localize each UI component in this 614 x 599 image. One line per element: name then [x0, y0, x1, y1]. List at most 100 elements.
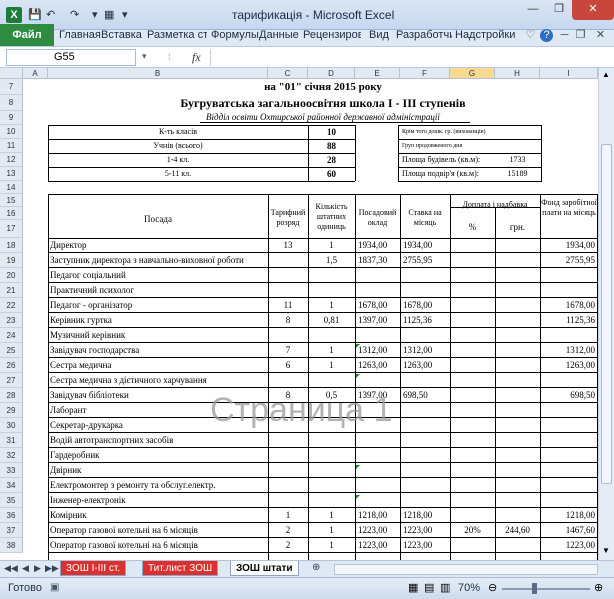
help-icon[interactable]: ? — [540, 29, 553, 42]
name-box[interactable]: G55 — [6, 49, 136, 66]
column-header[interactable]: D — [308, 68, 355, 79]
last-sheet-icon[interactable]: ▶▶ — [45, 563, 59, 574]
row-header[interactable]: 14 — [0, 181, 23, 194]
info-right-value[interactable]: 1733 — [495, 153, 540, 167]
info-value[interactable]: 28 — [308, 153, 355, 167]
staff-rate[interactable]: 1223,00 — [403, 523, 450, 537]
staff-count[interactable]: 1 — [308, 238, 355, 252]
fx-icon[interactable]: fx — [192, 50, 201, 65]
staff-fund[interactable]: 698,50 — [540, 388, 595, 402]
row-header[interactable]: 24 — [0, 328, 23, 343]
staff-salary[interactable]: 1218,00 — [358, 508, 400, 522]
staff-count[interactable]: 1 — [308, 523, 355, 537]
window-minimize-icon[interactable]: ─ — [558, 29, 571, 42]
staff-tarif[interactable]: 2 — [268, 538, 308, 552]
row-header[interactable]: 20 — [0, 268, 23, 283]
row-header[interactable]: 27 — [0, 373, 23, 388]
staff-name[interactable]: Сестра медична — [50, 358, 267, 372]
staff-tarif[interactable]: 2 — [268, 523, 308, 537]
staff-tarif[interactable]: 11 — [268, 298, 308, 312]
staff-fund[interactable]: 1223,00 — [540, 538, 595, 552]
staff-name[interactable]: Сестра медична з дієтичного харчування — [50, 373, 267, 387]
file-tab[interactable]: Файл — [0, 24, 54, 46]
format-icon[interactable]: ▦ — [104, 8, 114, 21]
staff-rate[interactable]: 1218,00 — [403, 508, 450, 522]
row-header[interactable]: 26 — [0, 358, 23, 373]
row-header[interactable]: 38 — [0, 538, 23, 553]
staff-pct[interactable]: 20% — [450, 523, 495, 537]
row-header[interactable]: 31 — [0, 433, 23, 448]
row-header[interactable]: 12 — [0, 153, 23, 167]
zoom-out-icon[interactable]: ⊖ — [488, 581, 497, 594]
staff-count[interactable]: 0,81 — [308, 313, 355, 327]
staff-tarif[interactable]: 8 — [268, 313, 308, 327]
row-header[interactable]: 23 — [0, 313, 23, 328]
info-value[interactable]: 88 — [308, 139, 355, 153]
row-header[interactable]: 9 — [0, 111, 23, 125]
formula-input[interactable] — [210, 49, 608, 66]
sheet-tab[interactable]: Тит.лист ЗОШ — [142, 561, 219, 576]
staff-count[interactable]: 1 — [308, 343, 355, 357]
staff-rate[interactable]: 2755,95 — [403, 253, 450, 267]
staff-name[interactable]: Музичний керівник — [50, 328, 267, 342]
staff-name[interactable]: Завідувач господарства — [50, 343, 267, 357]
info-value[interactable]: 60 — [308, 167, 355, 181]
staff-salary[interactable]: 1397,00 — [358, 313, 400, 327]
excel-icon[interactable]: X — [6, 7, 22, 23]
select-all-corner[interactable] — [0, 68, 23, 79]
row-header[interactable]: 30 — [0, 418, 23, 433]
staff-salary[interactable]: 1223,00 — [358, 538, 400, 552]
staff-count[interactable]: 1,5 — [308, 253, 355, 267]
staff-count[interactable]: 1 — [308, 298, 355, 312]
row-header[interactable]: 16 — [0, 207, 23, 220]
staff-salary[interactable]: 1837,30 — [358, 253, 400, 267]
worksheet-grid[interactable]: A B C D E F G H I 7 8 9 10 11 12 13 14 15 16 17 18 1… — [0, 68, 598, 560]
tab-review[interactable]: Рецензиров — [303, 29, 361, 41]
row-header[interactable]: 34 — [0, 478, 23, 493]
zoom-slider-thumb[interactable] — [532, 583, 537, 594]
tab-developer[interactable]: Разработчи — [396, 29, 452, 41]
staff-count[interactable]: 1 — [308, 508, 355, 522]
staff-salary[interactable]: 1223,00 — [358, 523, 400, 537]
row-header[interactable]: 21 — [0, 283, 23, 298]
tab-insert[interactable]: Вставка — [101, 29, 142, 41]
staff-count[interactable]: 1 — [308, 538, 355, 552]
first-sheet-icon[interactable]: ◀◀ — [4, 563, 18, 574]
staff-name[interactable]: Керівник гуртка — [50, 313, 267, 327]
new-sheet-icon[interactable]: ⊕ — [312, 562, 320, 573]
minimize-ribbon-icon[interactable]: ♡ — [524, 29, 537, 42]
row-header[interactable]: 13 — [0, 167, 23, 181]
sheet-tab-active[interactable]: ЗОШ штати — [230, 561, 299, 576]
column-header[interactable]: E — [355, 68, 400, 79]
redo-icon[interactable]: ↷ — [70, 8, 79, 21]
staff-name[interactable]: Практичний психолог — [50, 283, 267, 297]
row-header[interactable]: 10 — [0, 125, 23, 139]
column-header[interactable]: F — [400, 68, 450, 79]
staff-rate[interactable]: 1263,00 — [403, 358, 450, 372]
tab-data[interactable]: Данные — [259, 29, 299, 41]
row-header[interactable]: 11 — [0, 139, 23, 153]
normal-view-icon[interactable]: ▦ — [408, 581, 418, 594]
row-header[interactable]: 35 — [0, 493, 23, 508]
staff-fund[interactable]: 1312,00 — [540, 343, 595, 357]
scroll-up-icon[interactable]: ▲ — [602, 70, 610, 79]
staff-tarif[interactable]: 13 — [268, 238, 308, 252]
staff-name[interactable]: Оператор газової котельні на 6 місяців — [50, 523, 267, 537]
minimize-icon[interactable]: — — [520, 0, 546, 20]
row-header[interactable]: 25 — [0, 343, 23, 358]
scroll-down-icon[interactable]: ▼ — [602, 546, 610, 555]
row-header[interactable]: 22 — [0, 298, 23, 313]
staff-name[interactable]: Заступник директора з навчально-виховної… — [50, 253, 267, 267]
row-header[interactable]: 36 — [0, 508, 23, 523]
macro-record-icon[interactable]: ▣ — [50, 582, 59, 593]
zoom-in-icon[interactable]: ⊕ — [594, 581, 603, 594]
window-restore-icon[interactable]: ❐ — [574, 29, 587, 42]
info-right-value[interactable]: 15189 — [495, 167, 540, 181]
page-break-view-icon[interactable]: ▥ — [440, 581, 450, 594]
tab-view[interactable]: Вид — [369, 29, 389, 41]
row-header[interactable]: 19 — [0, 253, 23, 268]
staff-rate[interactable]: 1125,36 — [403, 313, 450, 327]
sheet-tab[interactable]: ЗОШ І-ІІІ ст. — [60, 561, 127, 576]
save-icon[interactable]: 💾 — [28, 8, 42, 21]
staff-fund[interactable]: 1678,00 — [540, 298, 595, 312]
